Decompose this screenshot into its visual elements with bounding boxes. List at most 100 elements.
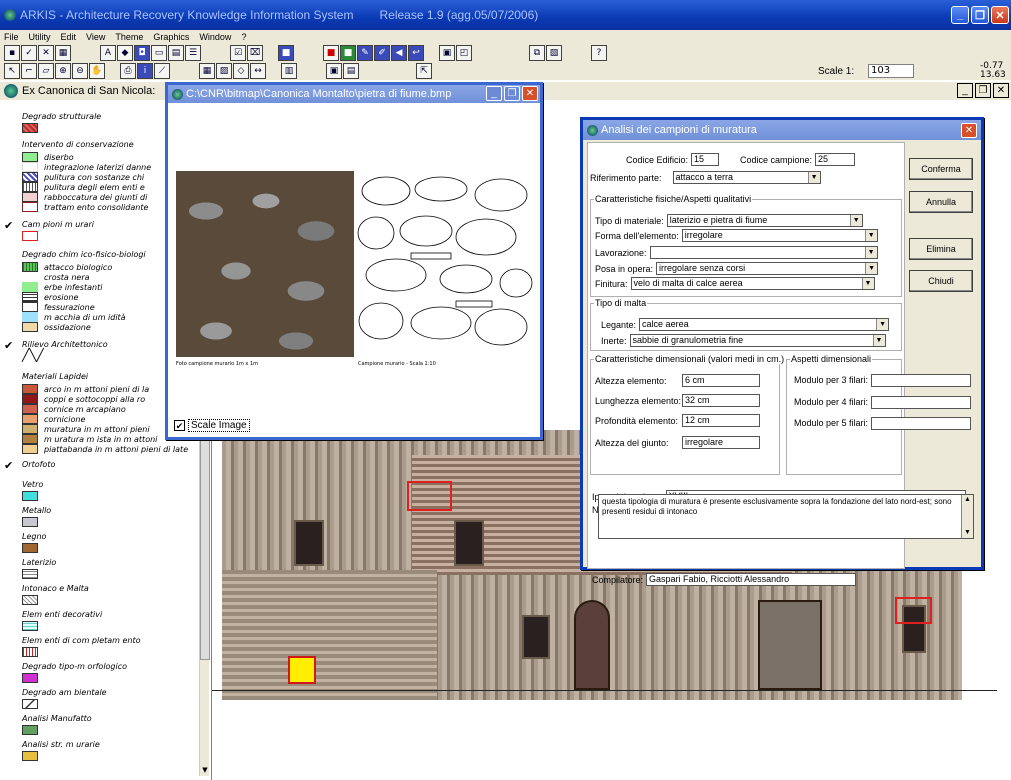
layer-checkbox[interactable]: ✔ (4, 220, 16, 232)
riferimento-select[interactable]: attacco a terra ▼ (672, 171, 821, 184)
annulla-button[interactable]: Annulla (909, 191, 973, 213)
window-cascade-icon[interactable]: ◰ (456, 45, 472, 61)
layer-campioni-murari[interactable]: ✔ Cam pioni m urari (4, 220, 94, 241)
layer-checkbox[interactable] (4, 662, 16, 674)
legante-select[interactable]: calce aerea ▼ (639, 318, 890, 331)
layer-intonaco[interactable]: Intonaco e Malta (4, 584, 89, 605)
image-maximize-button[interactable]: ❐ (504, 86, 520, 101)
lunghezza-input[interactable]: 32 cm (682, 394, 760, 407)
sample-marker[interactable] (407, 481, 452, 511)
codice-campione-input[interactable]: 25 (815, 153, 856, 166)
layer-checkbox[interactable] (4, 532, 16, 544)
pan-icon[interactable]: ✋ (89, 63, 105, 79)
list-icon[interactable]: ☰ (185, 45, 201, 61)
sample-marker[interactable] (895, 597, 932, 624)
menu-view[interactable]: View (86, 32, 105, 42)
layer-checkbox[interactable] (4, 714, 16, 726)
layer-checkbox[interactable] (4, 250, 16, 262)
checkbox-icon[interactable]: ☑ (230, 45, 246, 61)
close-button[interactable]: ✕ (991, 6, 1009, 24)
dialog-close-button[interactable]: ✕ (961, 123, 977, 138)
altezza-input[interactable]: 6 cm (682, 374, 760, 387)
table-icon[interactable]: ▦ (55, 45, 71, 61)
back-icon[interactable]: ↩ (408, 45, 424, 61)
layer-rilievo[interactable]: ✔ Rilievo Architettonico ╱╲╱ (4, 340, 108, 362)
dimension-icon[interactable]: ↔ (250, 63, 266, 79)
arrow-left-icon[interactable]: ◀ (391, 45, 407, 61)
save-icon[interactable]: ▪ (4, 45, 20, 61)
note-scrollbar[interactable]: ▲ ▼ (961, 495, 973, 538)
layer-checkbox[interactable] (4, 112, 16, 124)
inerte-select[interactable]: sabbie di granulometria fine ▼ (629, 334, 886, 347)
help-icon[interactable]: ? (591, 45, 607, 61)
form-icon[interactable]: ▤ (168, 45, 184, 61)
cancel-icon[interactable]: ✕ (38, 45, 54, 61)
layer-analisi-manufatto[interactable]: Analisi Manufatto (4, 714, 92, 735)
scale-image-checkbox[interactable]: ✔ Scale Image (174, 419, 250, 432)
doc-minimize-button[interactable]: _ (957, 83, 973, 98)
minimize-button[interactable]: _ (951, 6, 969, 24)
modulo5-input[interactable] (871, 417, 971, 430)
pointer-icon[interactable]: ⇱ (416, 63, 432, 79)
layer-checkbox[interactable] (4, 480, 16, 492)
scroll-down-icon[interactable]: ▼ (200, 766, 210, 776)
maximize-button[interactable]: ❐ (971, 6, 989, 24)
chiudi-button[interactable]: Chiudi (909, 270, 973, 292)
layer-checkbox[interactable] (4, 610, 16, 622)
layer-checkbox[interactable]: ✔ (4, 460, 16, 472)
layer-checkbox[interactable] (4, 740, 16, 752)
layer-elementi-completamento[interactable]: Elem enti di com pletam ento (4, 636, 141, 657)
copy-icon[interactable]: ⧉ (529, 45, 545, 61)
shape-icon[interactable]: ◇ (233, 63, 249, 79)
forma-select[interactable]: irregolare ▼ (681, 229, 878, 242)
conferma-button[interactable]: Conferma (909, 158, 973, 180)
draw-red-icon[interactable]: ■ (323, 45, 339, 61)
layer-analisi-str-murarie[interactable]: Analisi str. m urarie (4, 740, 100, 761)
edit-icon[interactable]: ✎ (357, 45, 373, 61)
window-tile-icon[interactable]: ▣ (439, 45, 455, 61)
scale-input[interactable]: 103 (868, 64, 914, 78)
tipo-materiale-select[interactable]: laterizio e pietra di fiume ▼ (666, 214, 863, 227)
layer-elementi-decorativi[interactable]: Elem enti decorativi (4, 610, 102, 631)
layer-checkbox[interactable] (4, 372, 16, 384)
layer-materiali-lapidei[interactable]: Materiali Lapidei (4, 372, 88, 384)
info-icon[interactable]: i (137, 63, 153, 79)
menu-help[interactable]: ? (241, 32, 246, 42)
layer-laterizio[interactable]: Laterizio (4, 558, 56, 579)
layer-vetro[interactable]: Vetro (4, 480, 43, 501)
elimina-button[interactable]: Elimina (909, 238, 973, 260)
layers-panel-icon[interactable]: ▥ (281, 63, 297, 79)
compilatore-input[interactable]: Gaspari Fabio, Ricciotti Alessandro (646, 573, 857, 586)
scale-image-check[interactable]: ✔ (174, 420, 185, 431)
layer-checkbox[interactable] (4, 140, 16, 152)
highlight-marker[interactable] (288, 656, 316, 684)
pen-icon[interactable]: ✐ (374, 45, 390, 61)
palette-icon[interactable]: ◆ (117, 45, 133, 61)
layer-checkbox[interactable] (4, 636, 16, 648)
layer-checkbox[interactable] (4, 506, 16, 518)
note-textarea[interactable]: questa tipologia di muratura è presente … (598, 494, 974, 539)
modulo4-input[interactable] (871, 396, 971, 409)
view-icon[interactable]: ▣ (326, 63, 342, 79)
layer-intervento[interactable]: Intervento di conservazione (4, 140, 134, 152)
delete-icon[interactable]: ⌧ (247, 45, 263, 61)
doc-restore-button[interactable]: ❐ (975, 83, 991, 98)
layer-metallo[interactable]: Metallo (4, 506, 51, 527)
doc-close-button[interactable]: ✕ (993, 83, 1009, 98)
layer-checkbox[interactable] (4, 584, 16, 596)
print-icon[interactable]: ⎙ (120, 63, 136, 79)
codice-edificio-input[interactable]: 15 (691, 153, 720, 166)
menu-utility[interactable]: Utility (29, 32, 51, 42)
layer-degrado-tipo-morfologico[interactable]: Degrado tipo-m orfologico (4, 662, 127, 683)
image-close-button[interactable]: ✕ (522, 86, 538, 101)
menu-window[interactable]: Window (199, 32, 231, 42)
layer-icon[interactable]: ■ (278, 45, 294, 61)
layer-degrado-ambientale[interactable]: Degrado am bientale (4, 688, 107, 709)
paste-icon[interactable]: ▧ (546, 45, 562, 61)
measure-icon[interactable]: ⟋ (154, 63, 170, 79)
image-icon[interactable]: ◘ (134, 45, 150, 61)
polygon-icon[interactable]: ▱ (38, 63, 54, 79)
modulo3-input[interactable] (871, 374, 971, 387)
layer-checkbox[interactable] (4, 688, 16, 700)
menu-edit[interactable]: Edit (61, 32, 77, 42)
